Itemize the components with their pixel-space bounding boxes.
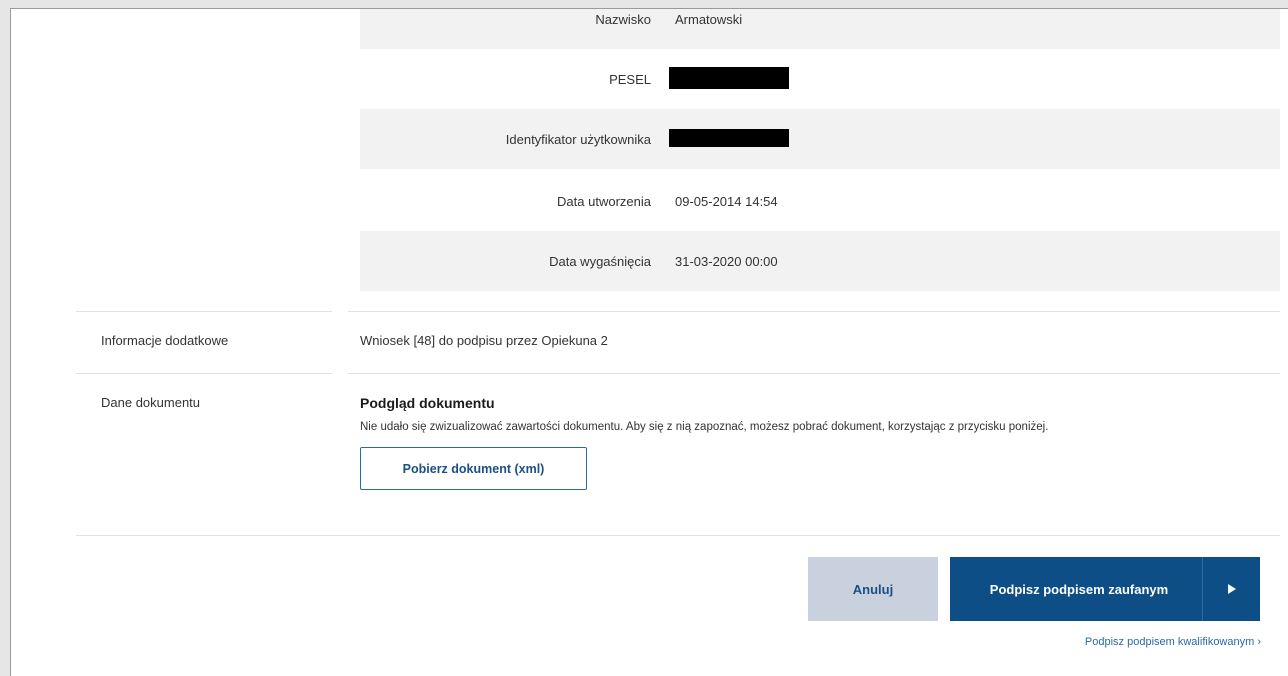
divider [348, 311, 1280, 312]
preview-message: Nie udało się zwizualizować zawartości d… [360, 421, 1049, 433]
detail-label: Identyfikator użytkownika [505, 131, 651, 147]
additional-info-value: Wniosek [48] do podpisu przez Opiekuna 2 [360, 333, 608, 348]
detail-row-created: Data utworzenia 09-05-2014 14:54 [360, 171, 1280, 231]
detail-value-redacted [669, 128, 789, 150]
sign-trusted-label: Podpisz podpisem zaufanym [989, 581, 1169, 597]
detail-label: Data wygaśnięcia [549, 253, 651, 269]
divider [76, 373, 332, 374]
play-arrow-icon [1202, 557, 1260, 621]
divider [76, 535, 1280, 536]
detail-value-redacted [669, 66, 789, 92]
signing-page: Nazwisko Armatowski PESEL Identyfikator … [10, 8, 1288, 676]
preview-title: Podgląd dokumentu [360, 395, 495, 411]
detail-row-pesel: PESEL [360, 49, 1280, 109]
detail-value: 09-05-2014 14:54 [675, 193, 778, 209]
detail-label: Nazwisko [595, 11, 651, 27]
sign-qualified-link[interactable]: Podpisz podpisem kwalifikowanym › [1021, 636, 1261, 648]
redaction-bar [669, 128, 789, 147]
redaction-bar [669, 66, 789, 89]
cancel-button[interactable]: Anuluj [808, 557, 938, 621]
detail-row-expires: Data wygaśnięcia 31-03-2020 00:00 [360, 231, 1280, 291]
document-data-label: Dane dokumentu [101, 395, 201, 410]
download-document-button[interactable]: Pobierz dokument (xml) [360, 447, 587, 490]
detail-value: Armatowski [675, 11, 743, 27]
detail-label: Data utworzenia [557, 193, 651, 209]
divider [76, 311, 332, 312]
detail-row-surname: Nazwisko Armatowski [360, 9, 1280, 49]
additional-info-label: Informacje dodatkowe [101, 333, 229, 348]
detail-row-user-id: Identyfikator użytkownika [360, 109, 1280, 169]
document-preview: Podgląd dokumentu Nie udało się zwizuali… [360, 395, 1240, 490]
detail-label: PESEL [609, 71, 651, 87]
detail-value: 31-03-2020 00:00 [675, 253, 778, 269]
divider [348, 373, 1280, 374]
sign-trusted-button[interactable]: Podpisz podpisem zaufanym [950, 557, 1260, 621]
